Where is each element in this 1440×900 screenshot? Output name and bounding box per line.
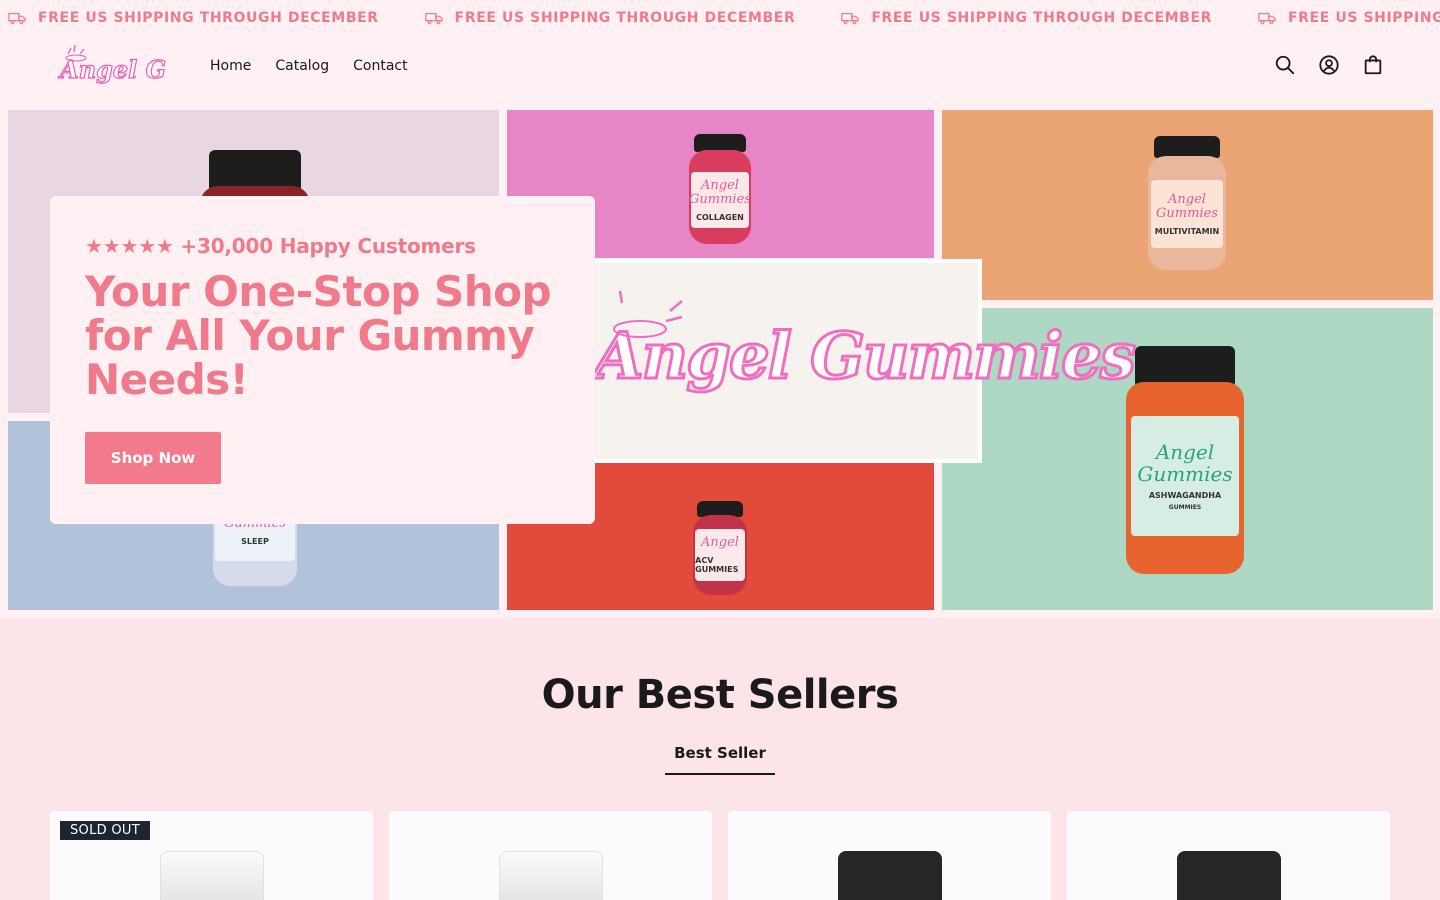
site-header: Angel Gummies Home Catalog Contact <box>0 36 1440 104</box>
announcement-item: FREE US SHIPPING THROUGH DECEMBER <box>8 10 379 26</box>
product-image <box>838 851 942 900</box>
nav-contact[interactable]: Contact <box>353 58 407 74</box>
announcement-bar: FREE US SHIPPING THROUGH DECEMBER FREE US… <box>0 0 1440 36</box>
logo-script: Angel Gummies <box>58 55 166 84</box>
sparkle-icon <box>613 290 683 338</box>
nav-catalog[interactable]: Catalog <box>275 58 329 74</box>
nav-home[interactable]: Home <box>210 58 251 74</box>
ashwagandha-sublabel: GUMMIES <box>1168 504 1202 511</box>
account-icon[interactable] <box>1318 54 1340 76</box>
announcement-text: FREE US SHIPPING THROUGH DECEMBER <box>454 10 796 26</box>
product-grid: SOLD OUT <box>50 811 1390 900</box>
sleep-label: SLEEP <box>241 536 269 546</box>
announcement-item: FREE US SHIPPING THROUGH DECEMBER <box>841 10 1212 26</box>
product-image <box>499 851 603 900</box>
announcement-text: FREE US SHIPPING THROUGH DECEMBER <box>38 10 379 26</box>
hero-section: Gummies SLEEP AngelGummies COLLAGEN Ange… <box>0 104 1440 618</box>
product-card[interactable] <box>728 811 1051 900</box>
multivitamin-jar-image: Angel Gummies MULTIVITAMIN <box>1148 136 1226 272</box>
collagen-jar-image: Angel Gummies COLLAGEN <box>689 134 751 246</box>
collagen-label: COLLAGEN <box>696 212 744 222</box>
announcement-text: FREE US SHIPPING THROUGH DECEMBER <box>871 10 1213 26</box>
announcement-item: FREE US SHIPPING THROUGH DECEMBER <box>1258 10 1440 26</box>
truck-icon <box>1258 12 1276 25</box>
best-sellers-title: Our Best Sellers <box>541 672 899 718</box>
product-card[interactable] <box>389 811 712 900</box>
rating-line: ★★★★★ +30,000 Happy Customers <box>85 234 476 258</box>
main-nav: Home Catalog Contact <box>210 36 408 96</box>
ashwagandha-label: ASHWAGANDHA <box>1148 491 1222 500</box>
truck-icon <box>841 12 860 25</box>
hero-tile-multivitamin: Angel Gummies MULTIVITAMIN <box>942 110 1433 300</box>
tab-best-seller[interactable]: Best Seller <box>665 732 775 775</box>
brand-banner: Angel Gummies <box>586 259 1137 463</box>
search-icon[interactable] <box>1274 54 1296 76</box>
product-image <box>1177 851 1281 900</box>
cart-icon[interactable] <box>1362 54 1384 76</box>
announcement-track: FREE US SHIPPING THROUGH DECEMBER FREE US… <box>8 0 1440 36</box>
product-image <box>160 851 264 900</box>
logo-icon: Angel Gummies <box>57 44 273 85</box>
acv-label: ACV GUMMIES <box>695 556 739 574</box>
sold-out-badge: SOLD OUT <box>60 821 150 840</box>
hero-title: Your One-Stop Shop for All Your Gummy Ne… <box>85 267 552 404</box>
rating-text: +30,000 Happy Customers <box>180 234 476 258</box>
acv-jar-image: Angel ACV GUMMIES <box>693 501 747 597</box>
logo[interactable]: Angel Gummies <box>56 42 273 94</box>
shop-now-button[interactable]: Shop Now <box>85 432 221 484</box>
header-actions <box>1274 54 1384 76</box>
hero-card: ★★★★★ +30,000 Happy Customers Your One-S… <box>50 196 595 524</box>
rating-stars: ★★★★★ <box>85 234 174 258</box>
product-card[interactable] <box>1067 811 1390 900</box>
announcement-item: FREE US SHIPPING THROUGH DECEMBER <box>424 10 796 26</box>
product-card[interactable]: SOLD OUT <box>50 811 373 900</box>
multivitamin-label: MULTIVITAMIN <box>1154 226 1220 236</box>
truck-icon <box>8 12 26 25</box>
ashwagandha-jar-image: Angel Gummies ASHWAGANDHA GUMMIES <box>1126 346 1244 576</box>
announcement-text: FREE US SHIPPING THROUGH DECEMBER <box>1288 10 1440 26</box>
truck-icon <box>424 12 443 25</box>
